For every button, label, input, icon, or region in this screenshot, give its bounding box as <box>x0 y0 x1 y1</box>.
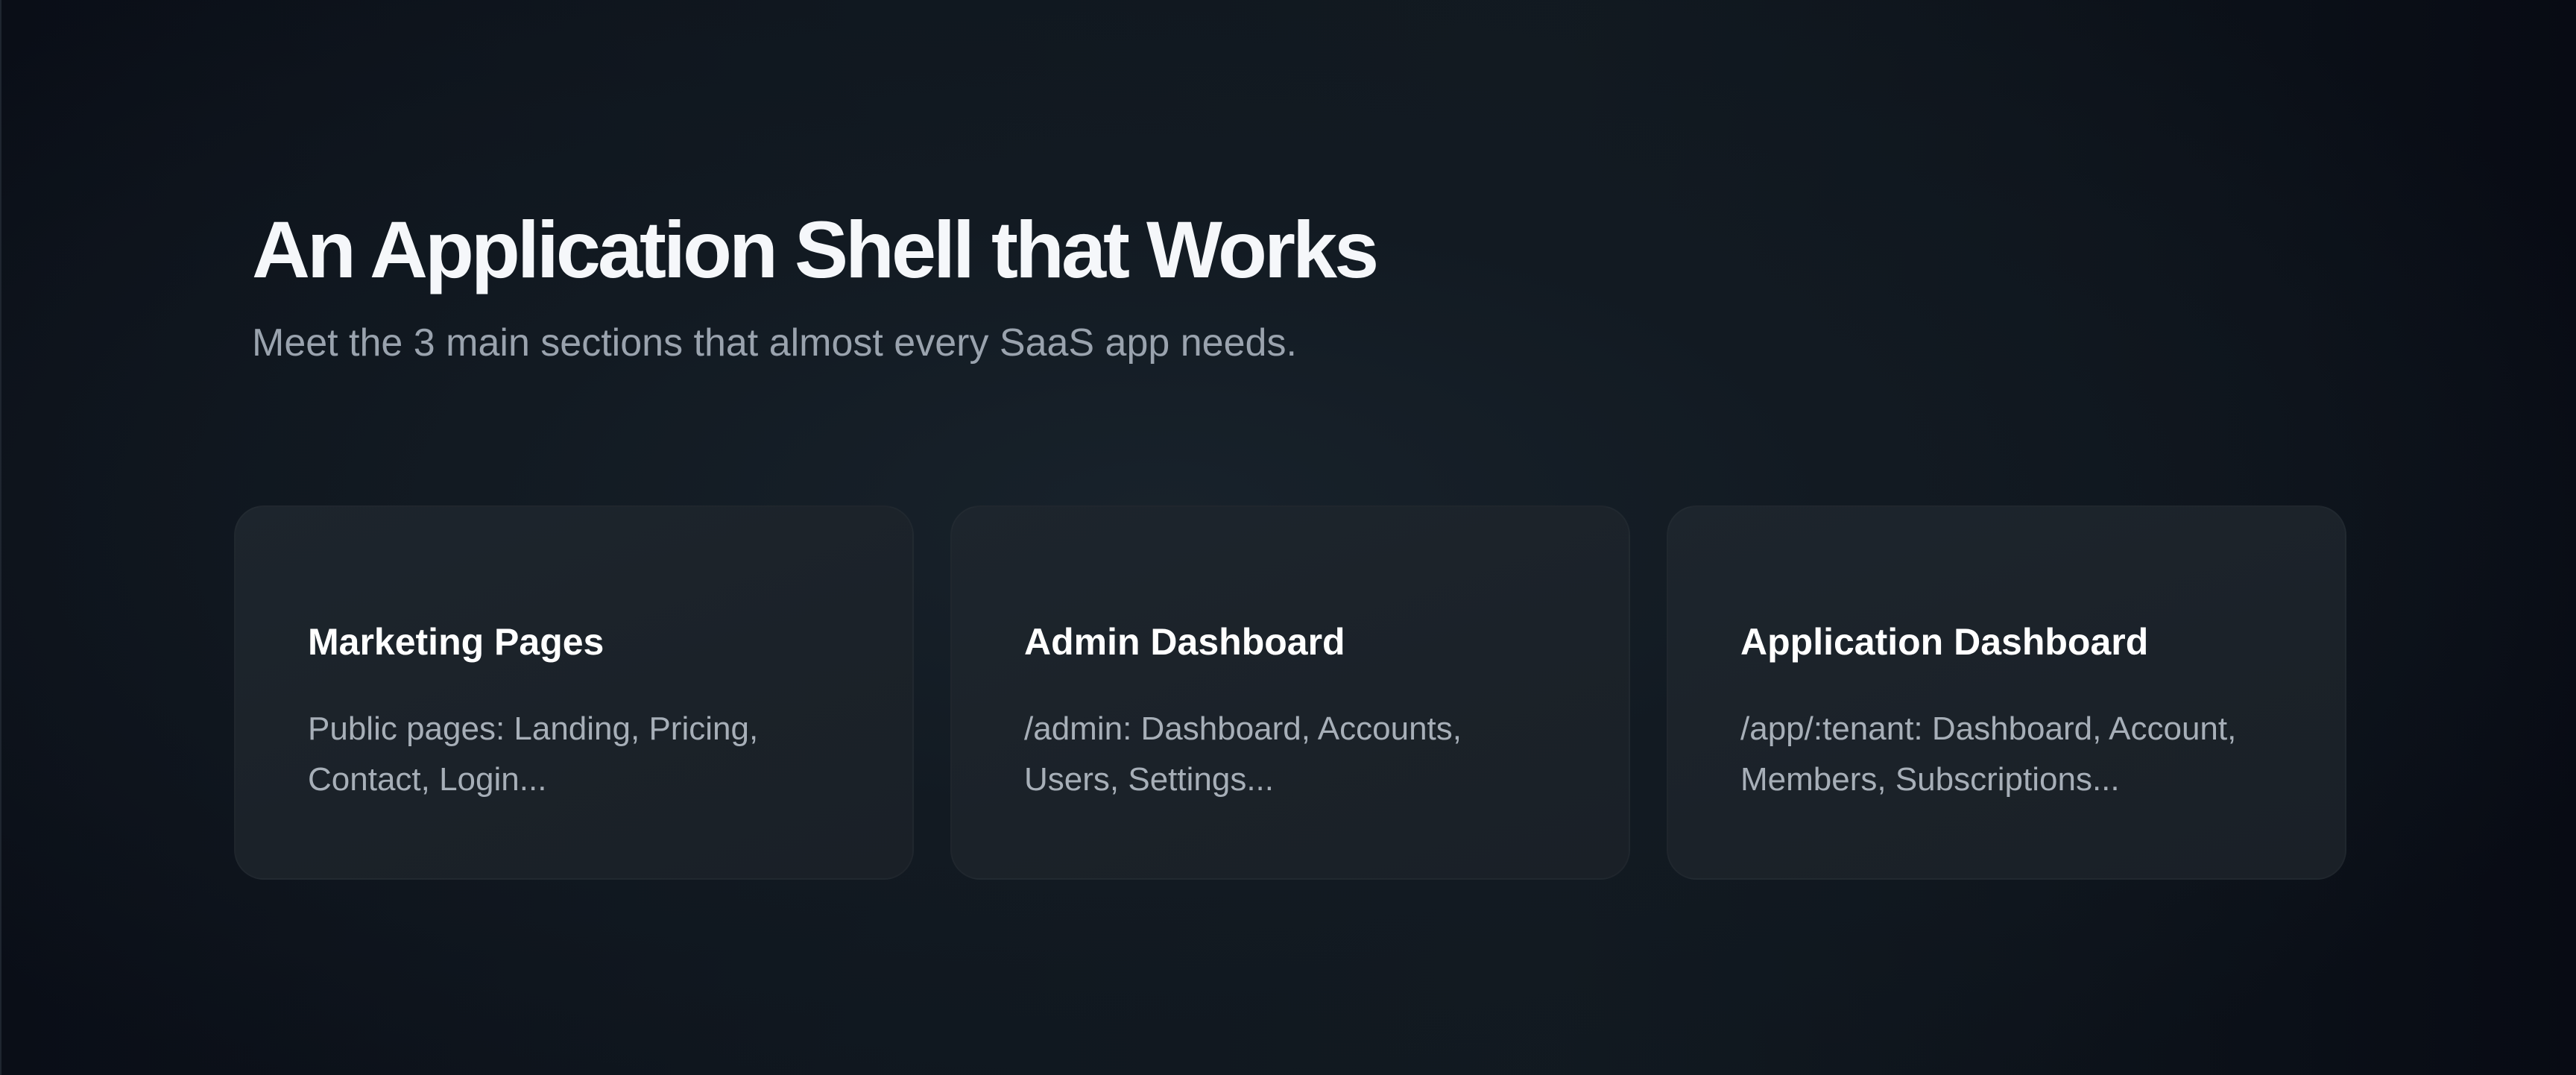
features-section: An Application Shell that Works Meet the… <box>0 0 2576 1075</box>
card-title: Application Dashboard <box>1740 621 2149 663</box>
card-title: Admin Dashboard <box>1024 621 1345 663</box>
card-description: Public pages: Landing, Pricing, Contact,… <box>308 710 759 798</box>
section-subtitle: Meet the 3 main sections that almost eve… <box>252 321 1297 365</box>
feature-card-marketing-pages: Marketing Pages Public pages: Landing, P… <box>234 505 914 880</box>
section-title: An Application Shell that Works <box>252 204 1379 294</box>
feature-cards: Marketing Pages Public pages: Landing, P… <box>234 505 2346 880</box>
card-description: /app/:tenant: Dashboard, Account, Member… <box>1740 710 2237 798</box>
card-description: /admin: Dashboard, Accounts, Users, Sett… <box>1024 710 1462 798</box>
feature-card-admin-dashboard: Admin Dashboard /admin: Dashboard, Accou… <box>950 505 1630 880</box>
feature-card-application-dashboard: Application Dashboard /app/:tenant: Dash… <box>1667 505 2346 880</box>
card-title: Marketing Pages <box>308 621 604 663</box>
section-header: An Application Shell that Works Meet the… <box>252 201 2339 367</box>
